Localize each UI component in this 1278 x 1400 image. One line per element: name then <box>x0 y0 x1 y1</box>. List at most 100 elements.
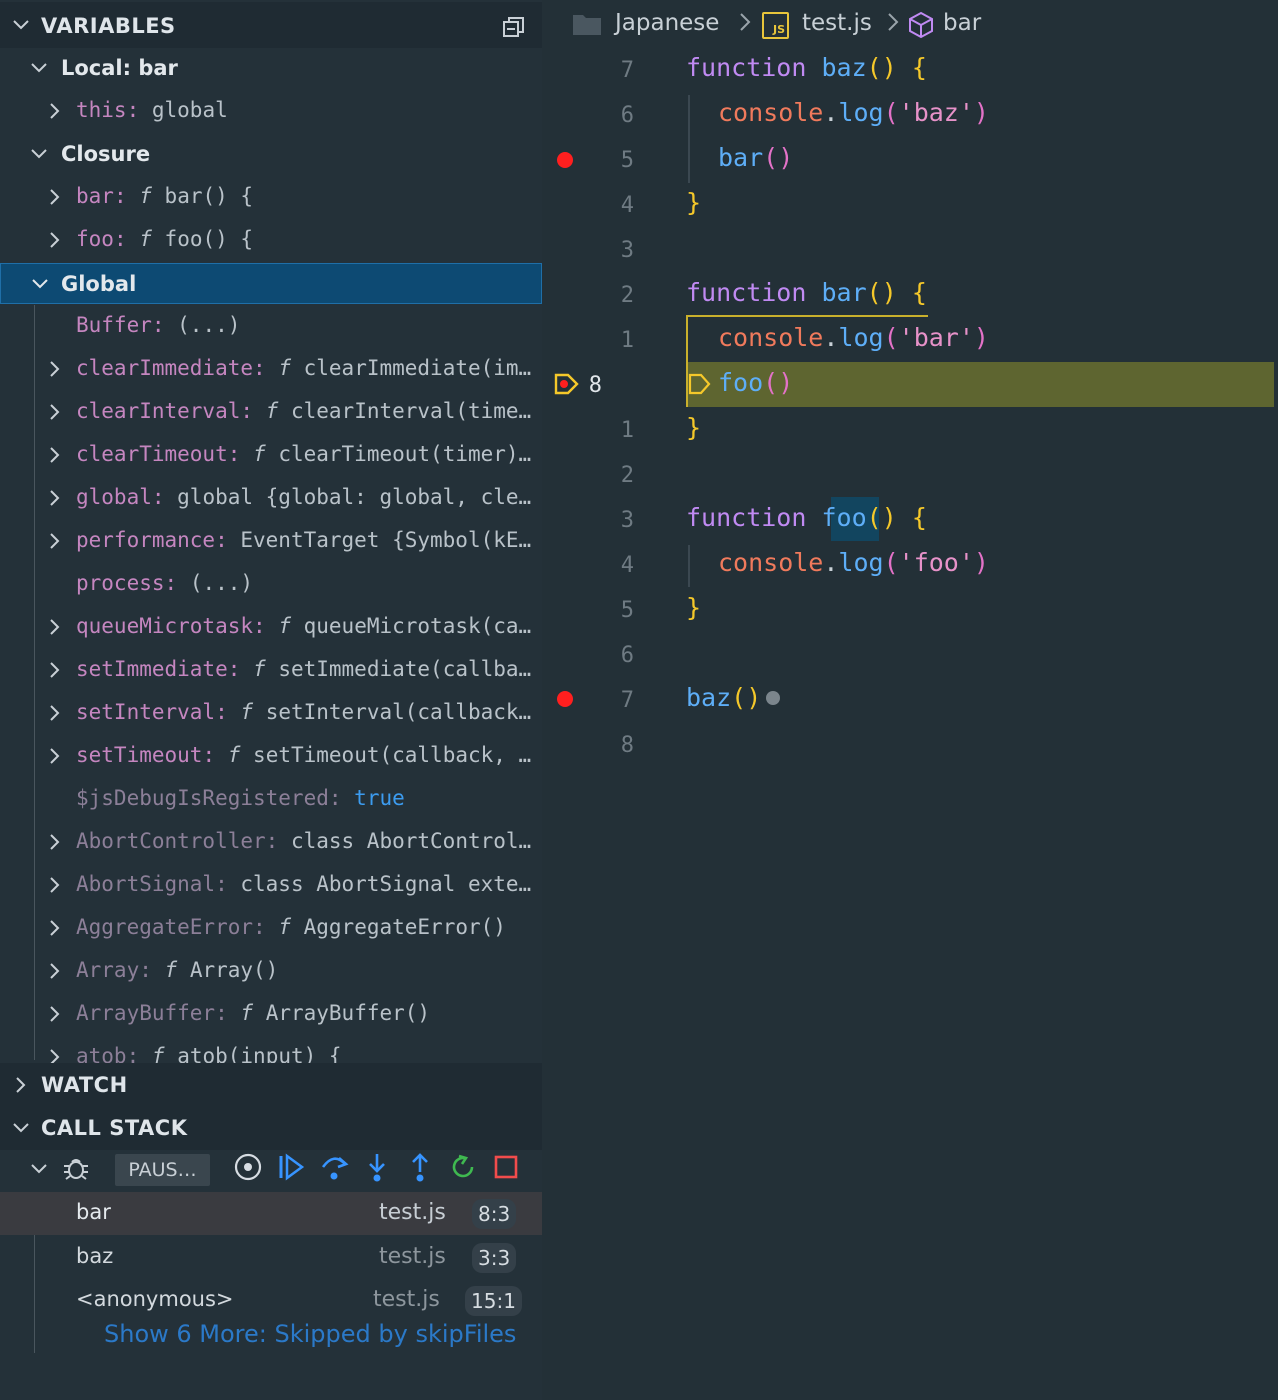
step-out-icon[interactable] <box>405 1152 435 1182</box>
inline-breakpoint-icon[interactable] <box>688 373 712 395</box>
symbol-cube-icon <box>908 11 934 39</box>
chevron-down-icon <box>30 145 48 163</box>
variable-row[interactable]: ArrayBuffer: f ArrayBuffer() <box>0 993 542 1036</box>
variable-name: process <box>76 571 165 595</box>
variable-row[interactable]: global: global {global: global, cle… <box>0 477 542 520</box>
variable-name: Buffer <box>76 313 152 337</box>
chevron-right-icon <box>46 403 64 421</box>
frame-position: 8:3 <box>472 1199 517 1229</box>
variable-value: foo() { <box>164 227 254 251</box>
breakpoint-toggle-icon[interactable] <box>233 1152 263 1182</box>
chevron-right-icon <box>12 1076 30 1094</box>
code-line: function baz() { <box>686 53 927 82</box>
variable-row[interactable]: setTimeout: f setTimeout(callback, … <box>0 735 542 778</box>
paused-status-badge: PAUS… <box>115 1154 210 1186</box>
breadcrumb-file[interactable]: test.js <box>802 10 872 36</box>
bug-icon <box>62 1154 90 1182</box>
variable-row-foo[interactable]: foo: f foo() { <box>0 219 542 262</box>
variables-header[interactable]: VARIABLES <box>0 2 542 48</box>
indent-guide <box>688 545 690 587</box>
breadcrumb-symbol[interactable]: bar <box>943 10 981 36</box>
variable-row[interactable]: $jsDebugIsRegistered: true <box>0 778 542 821</box>
scope-local-label: Local: bar <box>61 56 178 80</box>
frame-name: baz <box>76 1244 114 1268</box>
chevron-right-icon <box>46 661 64 679</box>
chevron-right-icon <box>46 188 64 206</box>
variable-value: global <box>151 98 228 122</box>
variable-row[interactable]: process: (...) <box>0 563 542 606</box>
stop-icon[interactable] <box>491 1152 521 1182</box>
code-line: console.log('foo') <box>718 548 989 577</box>
variable-row[interactable]: performance: EventTarget {Symbol(kE… <box>0 520 542 563</box>
scope-local[interactable]: Local: bar <box>0 47 542 90</box>
variable-name: AggregateError <box>76 915 254 939</box>
variable-row[interactable]: Array: f Array() <box>0 950 542 993</box>
variable-row[interactable]: AbortController: class AbortControl… <box>0 821 542 864</box>
variable-row[interactable]: queueMicrotask: f queueMicrotask(ca… <box>0 606 542 649</box>
watch-header[interactable]: WATCH <box>0 1063 542 1107</box>
function-glyph: f <box>139 227 152 251</box>
variable-value: clearTimeout(timer)… <box>278 442 532 466</box>
chevron-right-icon <box>46 747 64 765</box>
show-more-frames-link[interactable]: Show 6 More: Skipped by skipFiles <box>104 1320 516 1348</box>
function-glyph: f <box>227 743 241 767</box>
line-number: 3 <box>620 238 634 263</box>
variable-row[interactable]: setInterval: f setInterval(callback… <box>0 692 542 735</box>
chevron-right-icon <box>46 1005 64 1023</box>
breakpoint-icon[interactable] <box>557 691 573 707</box>
function-glyph: f <box>265 399 279 423</box>
variable-row[interactable]: clearInterval: f clearInterval(time… <box>0 391 542 434</box>
code-line: baz() <box>686 683 762 712</box>
scope-global-label: Global <box>61 272 137 296</box>
variable-name: setImmediate <box>76 657 228 681</box>
variable-value: clearInterval(time… <box>290 399 532 423</box>
variable-value: bar() { <box>164 184 254 208</box>
frame-file: test.js <box>373 1287 440 1312</box>
function-glyph: f <box>253 442 266 466</box>
variable-name: ArrayBuffer <box>76 1001 216 1025</box>
step-into-icon[interactable] <box>362 1152 392 1182</box>
variable-row[interactable]: AbortSignal: class AbortSignal exte… <box>0 864 542 907</box>
call-stack-frame[interactable]: <anonymous> test.js 15:1 <box>0 1279 542 1322</box>
line-number: 7 <box>620 688 634 713</box>
variable-name: foo <box>76 227 114 251</box>
call-stack-title: CALL STACK <box>41 1116 188 1140</box>
variable-value: AggregateError() <box>303 915 506 939</box>
debug-sidebar: VARIABLES Local: bar this: global Closur… <box>0 0 542 1400</box>
chevron-down-icon[interactable] <box>30 1160 48 1178</box>
variable-name: Array <box>76 958 140 982</box>
continue-icon[interactable] <box>276 1152 306 1182</box>
variable-name: setTimeout <box>76 743 203 767</box>
variable-name: $jsDebugIsRegistered <box>76 786 329 810</box>
code-line: bar() <box>718 143 794 172</box>
restart-icon[interactable] <box>448 1152 478 1182</box>
frame-name: <anonymous> <box>76 1287 234 1311</box>
variable-row-bar[interactable]: bar: f bar() { <box>0 176 542 219</box>
inline-breakpoint-icon[interactable] <box>766 691 780 705</box>
code-line: console.log('bar') <box>718 323 989 352</box>
breadcrumb-folder[interactable]: Japanese <box>615 10 719 36</box>
step-over-icon[interactable] <box>319 1152 349 1182</box>
variable-row[interactable]: clearImmediate: f clearImmediate(im… <box>0 348 542 391</box>
collapse-all-icon[interactable] <box>501 14 527 40</box>
call-stack-frame[interactable]: bar test.js 8:3 <box>0 1192 542 1235</box>
code-editor[interactable]: Japanese JS test.js bar 7654321812345678… <box>542 0 1278 1400</box>
variable-row[interactable]: clearTimeout: f clearTimeout(timer)… <box>0 434 542 477</box>
variable-row[interactable]: Buffer: (...) <box>0 305 542 348</box>
function-glyph: f <box>278 356 291 380</box>
variable-row[interactable]: setImmediate: f setImmediate(callba… <box>0 649 542 692</box>
chevron-right-icon <box>738 12 752 38</box>
variable-row-this[interactable]: this: global <box>0 90 542 133</box>
call-stack-frame[interactable]: baz test.js 3:3 <box>0 1236 542 1279</box>
function-glyph: f <box>164 958 178 982</box>
variable-name: this <box>76 98 127 122</box>
call-stack-header[interactable]: CALL STACK <box>0 1106 542 1150</box>
line-number: 4 <box>620 553 634 578</box>
current-breakpoint-icon[interactable] <box>554 372 580 396</box>
breakpoint-icon[interactable] <box>557 152 573 168</box>
scope-global[interactable]: Global <box>0 263 542 304</box>
chevron-right-icon <box>46 532 64 550</box>
code-line: } <box>686 413 702 442</box>
scope-closure[interactable]: Closure <box>0 133 542 176</box>
variable-row[interactable]: AggregateError: f AggregateError() <box>0 907 542 950</box>
